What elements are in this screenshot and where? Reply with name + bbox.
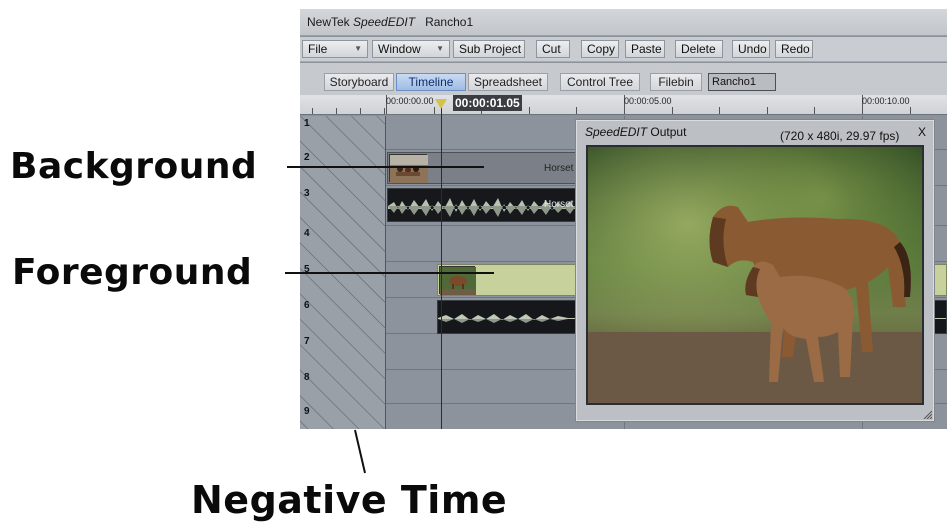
ruler-label-10s: 00:00:10.00 [862,96,910,106]
ruler-tick [767,107,768,114]
ruler-tick [576,107,577,114]
annotation-foreground: Foreground [12,252,253,293]
ruler-tick [719,107,720,114]
track-number: 3 [304,188,310,199]
speededit-window: NewTek SpeedEDIT Rancho1 File ▼ Window ▼… [300,9,947,429]
ruler-label-5s: 00:00:05.00 [624,96,672,106]
playhead-marker-icon[interactable] [435,99,447,109]
annotation-background: Background [10,146,258,187]
title-project: Rancho1 [425,15,474,29]
paste-button[interactable]: Paste [625,40,665,58]
track-number: 4 [304,228,310,239]
resize-grip-icon[interactable] [922,409,932,419]
ruler-label-0s: 00:00:00.00 [386,96,434,106]
background-video-clip[interactable]: Horset [387,152,587,184]
timeline-ruler[interactable]: 00:00:00.00 00:00:01.05 00:00:05.00 00:0… [300,95,947,115]
title-prefix: NewTek [307,15,350,29]
horses-thumbnail-icon [440,267,476,295]
horses-video-image [588,147,922,403]
clip-label: Horset [544,163,574,174]
window-titlebar: NewTek SpeedEDIT Rancho1 [300,9,947,36]
background-audio-clip[interactable]: Horset [387,188,587,222]
undo-button[interactable]: Undo [732,40,770,58]
ruler-tick [529,107,530,114]
chevron-down-icon: ▼ [354,44,362,53]
cut-button[interactable]: Cut [536,40,570,58]
ruler-tick [336,108,337,114]
track-number: 7 [304,336,310,347]
window-menu[interactable]: Window ▼ [372,40,450,58]
window-menu-label: Window [378,42,421,56]
output-window-title: SpeedEDIT Output [585,125,686,139]
ruler-tick [312,108,313,114]
ruler-tick [360,108,361,114]
tab-filebin[interactable]: Filebin [650,73,702,91]
project-name-field[interactable]: Rancho1 [708,73,776,91]
menu-bar: File ▼ Window ▼ Sub Project Cut Copy Pas… [300,37,947,62]
clip-label: Horset [544,199,574,210]
copy-button[interactable]: Copy [581,40,619,58]
output-window[interactable]: SpeedEDIT Output (720 x 480i, 29.97 fps)… [575,119,935,422]
negative-time-leader-line [354,429,366,474]
track-number-column: 1 2 3 4 5 6 7 8 9 [300,116,386,429]
redo-button[interactable]: Redo [775,40,813,58]
playhead-timecode: 00:00:01.05 [453,95,522,111]
tab-control-tree[interactable]: Control Tree [560,73,640,91]
horses-thumbnail-icon [390,155,428,183]
output-format-info: (720 x 480i, 29.97 fps) [780,129,900,143]
output-title-word: Output [650,125,687,139]
track-number: 2 [304,152,310,163]
track-number: 9 [304,406,310,417]
track-number: 8 [304,372,310,383]
track-number: 6 [304,300,310,311]
output-video-frame [586,145,924,405]
sub-project-button[interactable]: Sub Project [453,40,525,58]
ruler-tick [910,107,911,114]
file-menu[interactable]: File ▼ [302,40,368,58]
ruler-tick [672,107,673,114]
ruler-tick [384,108,385,114]
close-button[interactable]: X [918,125,926,139]
chevron-down-icon: ▼ [436,44,444,53]
output-title-brand: SpeedEDIT [585,125,648,139]
file-menu-label: File [308,42,328,56]
track-number: 5 [304,264,310,275]
playhead-line[interactable] [441,106,442,429]
clip-thumbnail [439,266,476,295]
view-tab-bar: Storyboard Timeline Spreadsheet Control … [300,63,947,95]
tab-storyboard[interactable]: Storyboard [324,73,394,91]
annotation-negative-time: Negative Time [191,478,508,522]
clip-thumbnail [389,154,428,183]
title-brand: SpeedEDIT [353,15,416,29]
delete-button[interactable]: Delete [675,40,723,58]
tab-timeline[interactable]: Timeline [396,73,466,91]
track-number: 1 [304,118,310,129]
ruler-tick [814,107,815,114]
tab-spreadsheet[interactable]: Spreadsheet [468,73,548,91]
